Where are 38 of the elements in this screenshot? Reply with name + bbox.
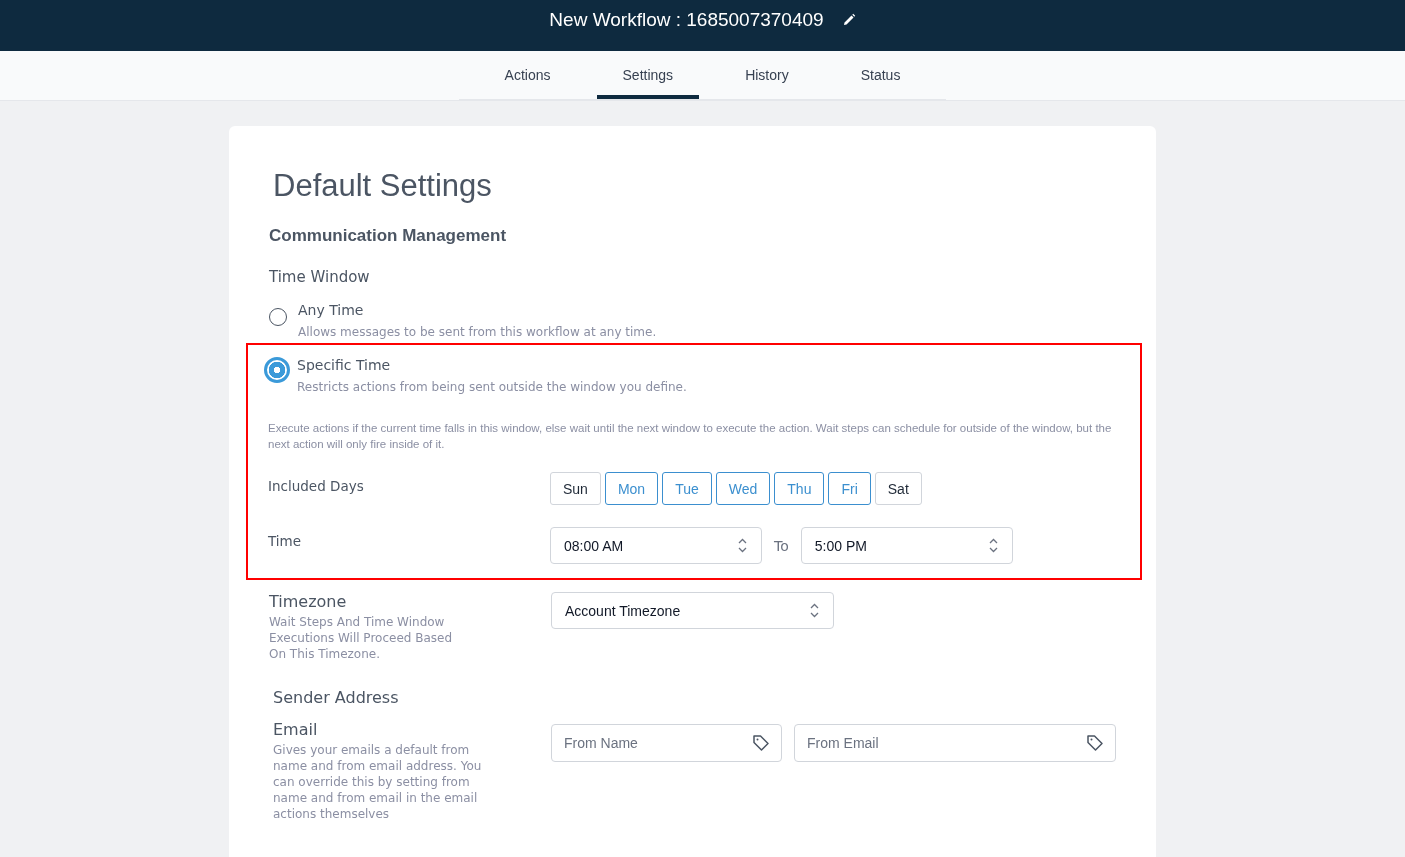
chevron-icon xyxy=(810,603,819,618)
email-description: Gives your emails a default from name and from email address. You can override this by setting from name and from email in the email actions themselves xyxy=(273,742,483,822)
timezone-description: Wait Steps And Time Window Executions Will Proceed Based On This Timezone. xyxy=(269,614,454,662)
from-email-field[interactable]: From Email xyxy=(794,724,1116,762)
from-name-field[interactable]: From Name xyxy=(551,724,782,762)
days-label: Included Days xyxy=(268,478,365,496)
timezone-select[interactable]: Account Timezone xyxy=(551,592,834,629)
tag-icon xyxy=(1086,734,1104,752)
option-label: Specific Time xyxy=(297,356,392,375)
tab[interactable]: Settings xyxy=(596,51,700,99)
sender-address-title: Sender Address xyxy=(273,688,400,707)
day-toggle[interactable]: Sun xyxy=(550,472,601,505)
day-toggle[interactable]: Mon xyxy=(604,472,659,505)
time-label: Time xyxy=(268,533,303,551)
start-time-select[interactable]: 08:00 AM xyxy=(550,527,762,564)
tag-icon xyxy=(752,734,770,752)
radio-button[interactable] xyxy=(264,357,290,383)
page-title: Default Settings xyxy=(273,168,493,204)
tab[interactable]: Status xyxy=(834,51,927,99)
timezone-label: Timezone xyxy=(269,592,348,611)
tab[interactable]: History xyxy=(719,51,815,99)
tab[interactable]: Actions xyxy=(478,51,577,99)
option-label: Any Time xyxy=(298,301,365,320)
chevron-icon xyxy=(738,538,747,553)
section-title: Communication Management xyxy=(269,226,508,246)
option-description: Restricts actions from being sent outside the window you define. xyxy=(297,380,687,394)
time-window-label: Time Window xyxy=(269,268,371,286)
edit-icon[interactable] xyxy=(841,12,856,27)
chevron-icon xyxy=(988,538,998,553)
option-description: Allows messages to be sent from this workflow at any time. xyxy=(298,325,657,339)
to-label: To xyxy=(774,537,789,554)
time-window-note: Execute actions if the current time falls in this window, else wait until the next window to execute the action. Wait steps can schedule for outside of the window, but the next action will only fire inside of it. xyxy=(268,421,1113,452)
email-label: Email xyxy=(273,720,319,739)
day-toggle[interactable]: Wed xyxy=(715,472,771,505)
day-toggle[interactable]: Sat xyxy=(874,472,922,505)
day-toggle[interactable]: Thu xyxy=(774,472,825,505)
end-time-select[interactable]: 5:00 PM xyxy=(800,527,1013,564)
workflow-title: New Workflow : 1685007370409 xyxy=(549,8,824,31)
